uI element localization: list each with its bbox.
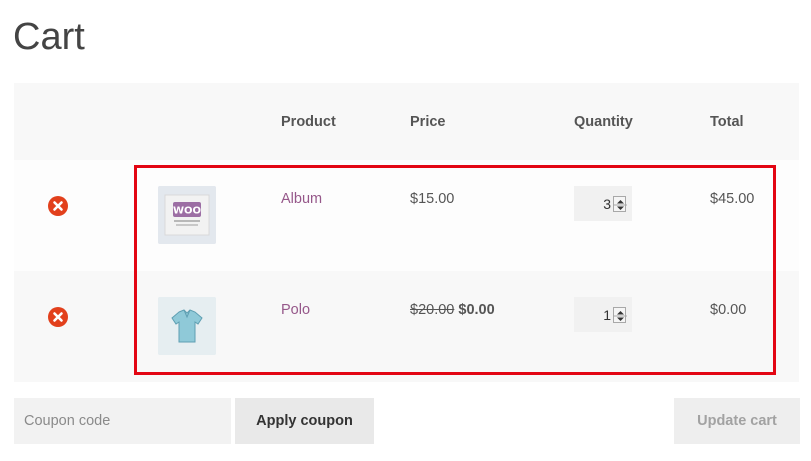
remove-item-icon[interactable] <box>48 307 68 327</box>
quantity-value[interactable]: 1 <box>603 307 611 323</box>
column-header-total: Total <box>710 114 744 130</box>
regular-price: $20.00 <box>410 302 455 318</box>
svg-text:WOO: WOO <box>173 206 201 217</box>
quantity-stepper[interactable]: 3 <box>574 186 632 221</box>
item-price: $15.00 <box>410 191 455 207</box>
item-price: $20.00 $0.00 <box>410 302 495 318</box>
coupon-code-input[interactable] <box>14 398 231 444</box>
cart-item-row: Polo $20.00 $0.00 1 $0.00 <box>14 271 799 382</box>
column-header-product: Product <box>281 114 336 130</box>
page-title: Cart <box>13 16 85 58</box>
item-total: $45.00 <box>710 191 755 207</box>
product-link-polo[interactable]: Polo <box>281 302 310 318</box>
cart-table-header: Product Price Quantity Total <box>14 83 799 160</box>
spinner-arrows-icon[interactable] <box>613 196 627 212</box>
sale-price: $0.00 <box>458 302 495 318</box>
polo-shirt-thumbnail-icon[interactable] <box>158 297 216 355</box>
quantity-stepper[interactable]: 1 <box>574 297 632 332</box>
album-woo-thumbnail-icon[interactable]: WOO <box>158 186 216 244</box>
item-total: $0.00 <box>710 302 747 318</box>
column-header-quantity: Quantity <box>574 114 633 130</box>
remove-item-icon[interactable] <box>48 196 68 216</box>
product-link-album[interactable]: Album <box>281 191 322 207</box>
column-header-price: Price <box>410 114 446 130</box>
cart-item-row: WOO Album $15.00 3 $45.00 <box>14 160 799 271</box>
spinner-arrows-icon[interactable] <box>613 307 627 323</box>
apply-coupon-button[interactable]: Apply coupon <box>235 398 374 444</box>
update-cart-button[interactable]: Update cart <box>674 398 800 444</box>
quantity-value[interactable]: 3 <box>603 196 611 212</box>
